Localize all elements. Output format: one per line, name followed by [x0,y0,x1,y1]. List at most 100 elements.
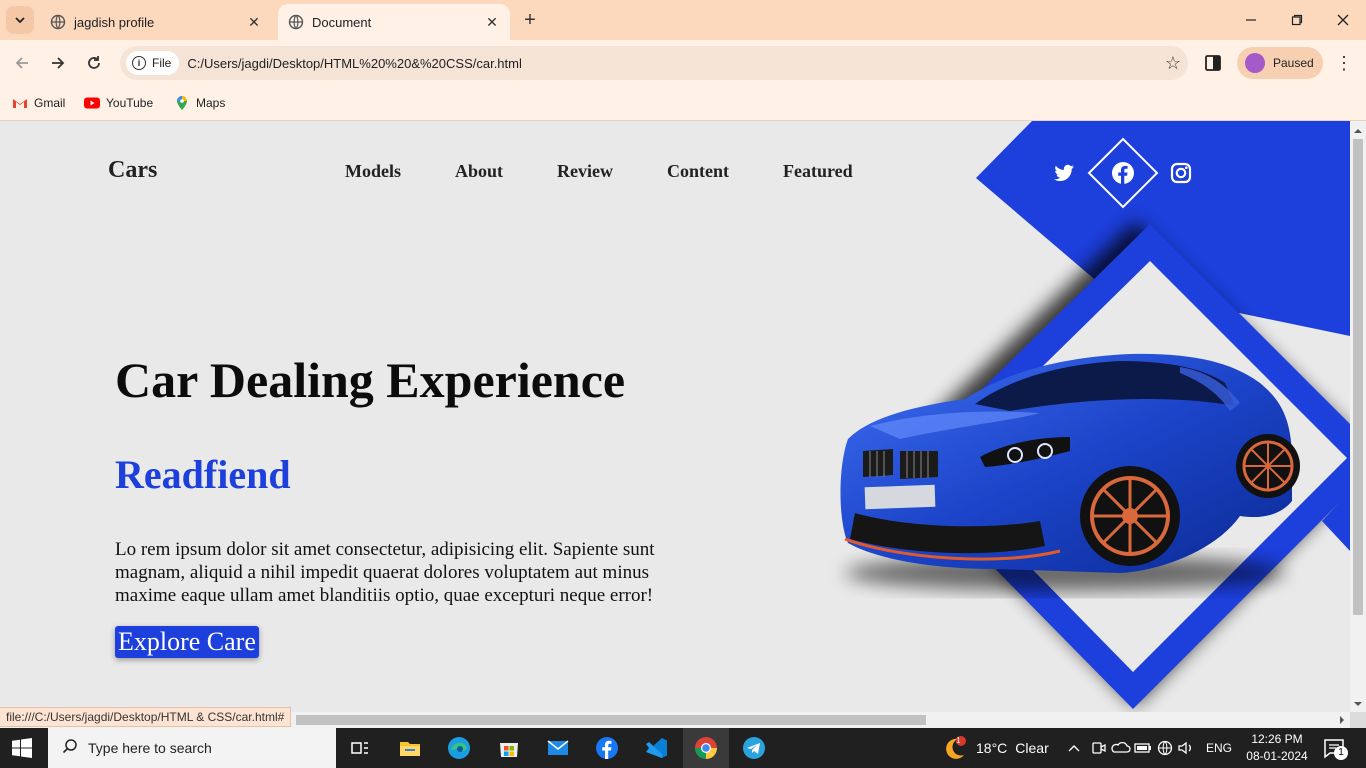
reload-button[interactable] [80,49,108,77]
close-icon [1337,14,1349,26]
maps-icon [177,96,187,110]
info-icon: i [132,56,146,70]
notification-center-button[interactable]: 1 [1322,728,1348,768]
weather-widget[interactable]: 1 18°C Clear [942,728,1049,768]
hero-subtitle: Readfiend [115,452,291,497]
scrollbar-corner [1350,712,1366,728]
forward-arrow-icon [52,57,65,69]
windows-taskbar: Type here to search 1 18°C Clear ENG 12:… [0,728,1366,768]
restore-button[interactable] [1274,0,1320,40]
facebook-app-icon[interactable] [593,734,621,762]
chrome-icon[interactable] [692,734,720,762]
close-window-button[interactable] [1320,0,1366,40]
globe-icon [288,14,304,30]
nav-link-review[interactable]: Review [557,161,613,182]
battery-icon[interactable] [1132,740,1154,756]
tab-document[interactable]: Document ✕ [278,4,510,40]
clock-date: 08-01-2024 [1246,749,1308,763]
globe-icon [50,14,66,30]
bookmark-label: Maps [196,96,226,110]
task-view-icon[interactable] [346,734,374,762]
minimize-icon [1246,19,1256,21]
weather-condition: Clear [1015,740,1049,756]
back-arrow-icon [15,57,28,69]
language-indicator[interactable]: ENG [1206,741,1232,755]
nav-link-models[interactable]: Models [345,161,401,182]
microsoft-store-icon[interactable] [495,734,523,762]
restore-icon [1291,14,1303,26]
site-logo[interactable]: Cars [108,157,157,184]
reload-icon [88,56,100,69]
tab-title: Document [312,14,372,30]
back-button[interactable] [8,49,36,77]
gmail-icon [13,99,27,108]
forward-button[interactable] [44,49,72,77]
edge-icon[interactable] [445,734,473,762]
bookmarks-bar: Gmail YouTube Maps [0,86,1366,121]
onedrive-icon[interactable] [1110,740,1132,756]
system-tray: ENG [1066,728,1232,768]
search-icon [62,738,78,759]
side-panel-icon[interactable] [1202,52,1224,74]
clock-time: 12:26 PM [1251,732,1303,746]
chevron-down-icon [15,17,25,24]
bookmark-label: YouTube [106,96,154,110]
mail-icon[interactable] [544,734,572,762]
profile-status: Paused [1273,56,1314,70]
vscode-icon[interactable] [642,734,670,762]
hero-description: Lo rem ipsum dolor sit amet consectetur,… [115,539,655,606]
scroll-up-icon[interactable] [1350,123,1366,139]
nav-link-about[interactable]: About [455,161,503,182]
search-placeholder: Type here to search [88,740,212,756]
status-bar-url: file:///C:/Users/jagdi/Desktop/HTML & CS… [0,707,292,727]
close-tab-icon[interactable]: ✕ [482,12,502,32]
address-bar[interactable]: i File C:/Users/jagdi/Desktop/HTML%20%20… [120,46,1188,80]
avatar [1245,53,1265,73]
tab-strip: jagdish profile ✕ Document ✕ + [0,0,1366,40]
vertical-scrollbar[interactable] [1350,121,1366,712]
scrollbar-thumb[interactable] [296,715,926,725]
taskbar-clock[interactable]: 12:26 PM 08-01-2024 [1244,731,1310,765]
new-tab-button[interactable]: + [518,8,542,32]
menu-dots-icon[interactable]: ⋮ [1334,51,1354,75]
bookmark-label: Gmail [34,96,66,110]
hero-decoration [840,121,1350,709]
twitter-icon[interactable] [1052,161,1076,185]
scroll-right-icon[interactable] [1334,712,1350,728]
nav-link-content[interactable]: Content [667,161,729,182]
weather-moon-icon [946,736,966,759]
weather-temp: 18°C [976,740,1008,756]
tab-search-button[interactable] [6,6,34,34]
site-info-chip[interactable]: i File [126,51,180,75]
telegram-icon[interactable] [740,734,768,762]
bookmark-gmail[interactable]: Gmail [12,93,65,113]
instagram-icon[interactable] [1169,161,1193,185]
meet-now-icon[interactable] [1088,740,1110,756]
chevron-up-icon[interactable] [1066,740,1082,756]
profile-button[interactable]: Paused [1237,47,1323,79]
page-viewport: Cars Models About Review Content Feature… [0,121,1350,712]
hero-title: Car Dealing Experience [115,352,626,408]
youtube-icon [84,97,100,109]
file-explorer-icon[interactable] [396,734,424,762]
taskbar-search-input[interactable]: Type here to search [48,728,336,768]
bookmark-star-icon[interactable]: ☆ [1158,53,1188,74]
minimize-button[interactable] [1228,0,1274,40]
browser-toolbar: i File C:/Users/jagdi/Desktop/HTML%20%20… [0,40,1366,86]
volume-icon[interactable] [1176,740,1198,756]
scroll-down-icon[interactable] [1350,696,1366,712]
scrollbar-thumb[interactable] [1353,139,1363,615]
bookmark-youtube[interactable]: YouTube [84,93,153,113]
url-text[interactable]: C:/Users/jagdi/Desktop/HTML%20%20&%20CSS… [187,56,1158,71]
scheme-label: File [152,56,172,70]
bookmark-maps[interactable]: Maps [174,93,225,113]
nav-link-featured[interactable]: Featured [783,161,853,182]
facebook-icon[interactable] [1111,161,1135,185]
network-globe-icon[interactable] [1154,740,1176,756]
weather-badge: 1 [956,736,961,745]
tab-jagdish-profile[interactable]: jagdish profile ✕ [40,4,272,40]
close-tab-icon[interactable]: ✕ [244,12,264,32]
explore-button[interactable]: Explore Care [115,626,259,658]
windows-start-icon[interactable] [12,738,32,758]
tab-title: jagdish profile [74,14,155,30]
